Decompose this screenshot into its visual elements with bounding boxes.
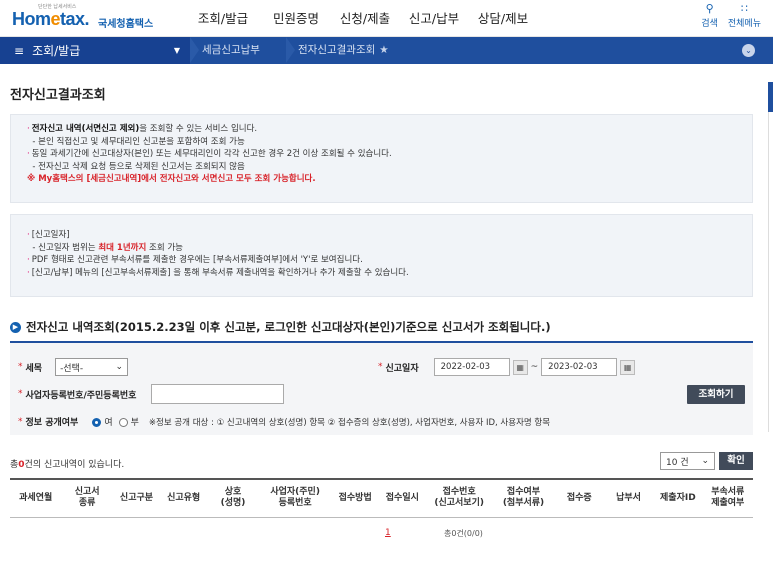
arrow-circle-icon: ▶ xyxy=(10,321,21,333)
info-line: · PDF 형태로 신고관련 부속서류를 제출한 경우에는 [부속서류제출여부]에… xyxy=(27,255,363,266)
result-table: 과세연월 신고서 종류 신고구분 신고유형 상호 (성명) 사업자(주민) 등록번호 … xyxy=(10,478,753,518)
date-range-separator: ~ xyxy=(530,362,539,372)
disclosure-row: * 정보 공개여부 여 부 ※정보 공개 대상 : ① 신고내역의 상호(성명)… xyxy=(18,415,551,429)
column-header: 상호 (성명) xyxy=(207,479,259,518)
location-menu-dropdown[interactable]: ≡ 조회/발급 ▼ xyxy=(0,37,190,64)
search-button[interactable]: 조회하기 xyxy=(687,385,745,404)
caret-down-icon: ▼ xyxy=(173,46,180,55)
radio-unselected[interactable] xyxy=(118,418,128,427)
confirm-button[interactable]: 확인 xyxy=(719,452,753,470)
tax-type-row: * 세목 -선택- ⌄ xyxy=(18,358,129,376)
search-form: * 세목 -선택- ⌄ * 신고일자 2022-02-03 ▦ ~ 2023-02… xyxy=(10,341,753,435)
column-header: 부속서류 제출여부 xyxy=(702,479,753,518)
nav-item-inquiry[interactable]: 조회/발급 xyxy=(190,0,256,37)
column-header: 사업자(주민) 등록번호 xyxy=(258,479,332,518)
global-nav: 조회/발급 민원증명 신청/제출 신고/납부 상담/제보 xyxy=(190,0,539,37)
column-header: 접수일시 xyxy=(378,479,426,518)
search-tool[interactable]: ⚲ 검색 xyxy=(701,2,718,29)
column-header: 신고유형 xyxy=(160,479,208,518)
info-line: · 전자신고 내역(서면신고 제외)을 조회할 수 있는 서비스 입니다. xyxy=(27,124,258,134)
tax-type-label: 세목 xyxy=(25,363,43,374)
hometax-logo[interactable]: 단단한 납세서비스 Hometax. 국세청홈택스 xyxy=(8,3,158,33)
top-header: 단단한 납세서비스 Hometax. 국세청홈택스 조회/발급 민원증명 신청/… xyxy=(0,0,773,37)
chevron-down-icon: ⌄ xyxy=(115,362,124,372)
tax-type-select[interactable]: -선택- ⌄ xyxy=(55,358,129,376)
date-to-input[interactable]: 2023-02-03 xyxy=(541,358,618,376)
disclosure-yes-option[interactable]: 여 xyxy=(92,415,113,428)
favorite-star-icon[interactable]: ★ xyxy=(379,44,388,56)
biz-number-input[interactable] xyxy=(151,384,285,404)
disclosure-label: 정보 공개여부 xyxy=(25,418,79,428)
expand-chevron-icon[interactable]: ⌄ xyxy=(742,44,755,57)
column-header: 제출자ID xyxy=(653,479,703,518)
info-box-service: · 전자신고 내역(서면신고 제외)을 조회할 수 있는 서비스 입니다. - 본… xyxy=(10,114,753,203)
logo-wordmark: Hometax. xyxy=(12,9,90,29)
date-from-input[interactable]: 2022-02-03 xyxy=(433,358,510,376)
nav-item-application[interactable]: 신청/제출 xyxy=(332,0,398,37)
disclosure-no-option[interactable]: 부 xyxy=(118,415,139,428)
disclosure-note: ※정보 공개 대상 : ① 신고내역의 상호(성명) 항목 ② 접수증의 상호(… xyxy=(148,417,551,428)
column-header: 접수번호 (신고서보기) xyxy=(425,479,493,518)
info-box-date: · [신고일자] - 신고일자 범위는 최대 1년까지 조회 가능 · PDF 형태… xyxy=(10,214,753,297)
column-header: 납부서 xyxy=(603,479,654,518)
page-title: 전자신고결과조회 xyxy=(10,88,106,103)
chevron-down-icon: ⌄ xyxy=(701,456,709,466)
table-header-row: 과세연월 신고서 종류 신고구분 신고유형 상호 (성명) 사업자(주민) 등록번호 … xyxy=(10,479,753,518)
all-menu-label: 전체메뉴 xyxy=(727,19,761,29)
radio-selected[interactable] xyxy=(92,418,102,427)
nav-item-consult[interactable]: 상담/제보 xyxy=(470,0,536,37)
calendar-icon[interactable]: ▦ xyxy=(512,359,528,375)
grid-menu-icon: ∷ xyxy=(740,2,748,15)
all-menu-tool[interactable]: ∷ 전체메뉴 xyxy=(728,2,761,29)
pagination-info: 총0건(0/0) xyxy=(444,529,483,538)
result-count: 총0건의 신고내역이 있습니다. xyxy=(10,460,125,470)
calendar-icon[interactable]: ▦ xyxy=(620,359,636,375)
biz-number-label: 사업자등록번호/주민등록번호 xyxy=(25,390,137,401)
nav-item-filing[interactable]: 신고/납부 xyxy=(401,0,467,37)
info-line: · [신고/납부] 메뉴의 [신고부속서류제출] 을 통해 부속서류 제출내역을 … xyxy=(27,267,409,278)
filing-date-label: 신고일자 xyxy=(385,363,419,374)
column-header: 과세연월 xyxy=(10,479,62,518)
filing-date-row: * 신고일자 2022-02-03 ▦ ~ 2023-02-03 ▦ xyxy=(378,358,636,376)
location-bar: ≡ 조회/발급 ▼ 세금신고납부 전자신고결과조회 ★ ⌄ xyxy=(0,37,773,64)
breadcrumb-separator xyxy=(286,37,295,63)
breadcrumb-separator xyxy=(190,37,199,63)
search-icon: ⚲ xyxy=(705,2,714,15)
top-tools: ⚲ 검색 ∷ 전체메뉴 xyxy=(701,2,761,29)
info-line-highlight: ※ My홈택스의 [세금신고내역]에서 전자신고와 서면신고 모두 조회 가능합… xyxy=(27,174,316,185)
side-divider xyxy=(768,112,773,432)
info-line: - 신고일자 범위는 최대 1년까지 조회 가능 xyxy=(32,242,183,253)
info-line: · 동일 과세기간에 신고대상자(본인) 또는 세무대리인이 각각 신고한 경우 … xyxy=(27,149,392,160)
info-line: · [신고일자] xyxy=(27,230,70,240)
info-line: - 본인 직접신고 및 세무대리인 신고분을 포함하여 조회 가능 xyxy=(32,136,245,147)
column-header: 신고구분 xyxy=(112,479,161,518)
column-header: 접수방법 xyxy=(331,479,379,518)
biz-number-row: * 사업자등록번호/주민등록번호 xyxy=(18,384,285,404)
nav-item-certificate[interactable]: 민원증명 xyxy=(263,0,329,37)
hamburger-icon: ≡ xyxy=(14,43,25,58)
info-line: - 전자신고 삭제 요청 등으로 삭제된 신고서는 조회되지 않음 xyxy=(32,161,245,172)
page-size-select[interactable]: 10 건 ⌄ xyxy=(660,452,715,470)
column-header: 접수여부 (첨부서류) xyxy=(492,479,555,518)
breadcrumb-item-tax-filing[interactable]: 세금신고납부 xyxy=(202,37,260,64)
section-title: ▶ 전자신고 내역조회(2015.2.23일 이후 신고분, 로그인한 신고대상… xyxy=(10,319,551,335)
location-menu-title: 조회/발급 xyxy=(32,44,81,58)
pagination-current-page[interactable]: 1 xyxy=(385,528,391,538)
side-tab[interactable] xyxy=(768,82,773,112)
search-label: 검색 xyxy=(701,19,718,29)
logo-korean-name: 국세청홈택스 xyxy=(98,19,154,30)
breadcrumb-item-current: 전자신고결과조회 ★ xyxy=(298,44,389,56)
column-header: 접수증 xyxy=(554,479,604,518)
column-header: 신고서 종류 xyxy=(61,479,113,518)
